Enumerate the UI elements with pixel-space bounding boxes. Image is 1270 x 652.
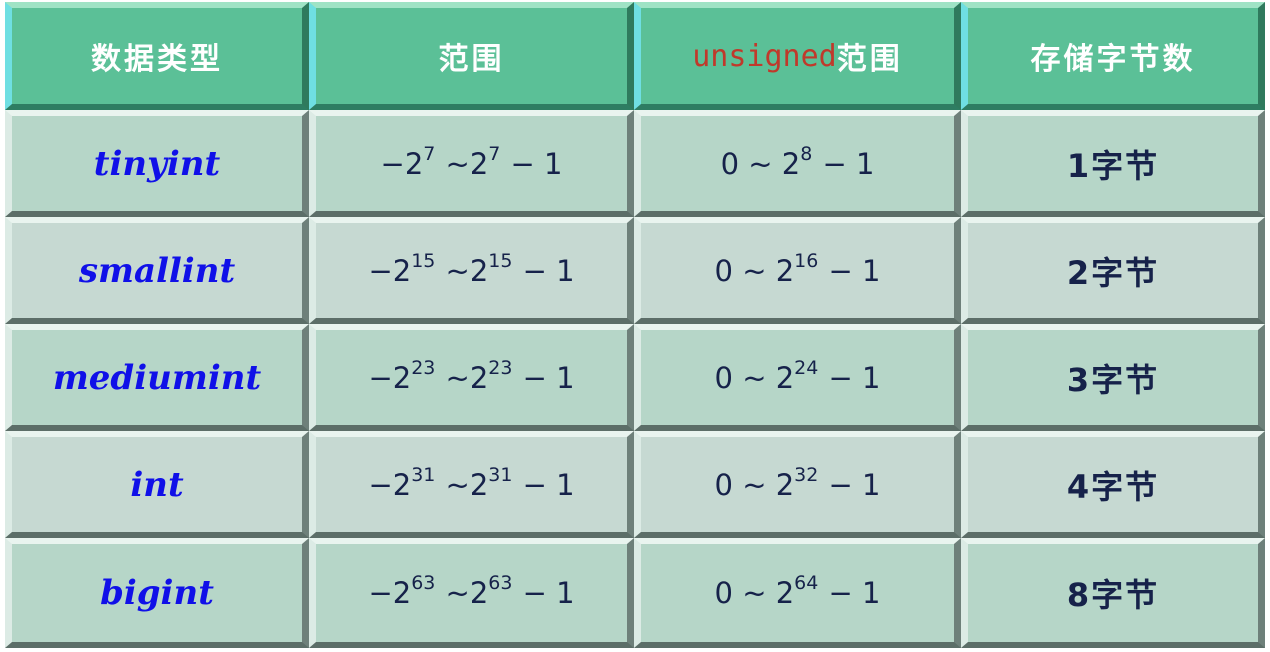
zero-tilde-two: 0 ~ 2 (714, 467, 795, 502)
storage-bytes: 4字节 (1066, 467, 1160, 506)
signed-range: −223 ~223− 1 (368, 358, 575, 395)
header-unsigned-range: unsigned 范围 (634, 2, 961, 110)
header-data-type: 数据类型 (5, 2, 309, 110)
unsigned-range: 0 ~ 264 − 1 (714, 573, 881, 610)
minus-two: −2 (368, 576, 412, 610)
tilde-two: ~2 (445, 253, 489, 288)
storage-bytes: 3字节 (1066, 360, 1160, 399)
signed-range: −27 ~27− 1 (380, 144, 563, 181)
signed-max-exponent: 31 (488, 463, 513, 486)
storage-bytes: 2字节 (1066, 253, 1160, 292)
minus-two: −2 (368, 360, 412, 395)
storage-bytes-cell: 4字节 (961, 431, 1265, 538)
zero-tilde-two: 0 ~ 2 (714, 253, 795, 288)
minus-one: − 1 (522, 253, 575, 288)
integer-types-table: 数据类型 范围 unsigned 范围 存储字节数 tinyint −27 ~27− … (5, 2, 1265, 648)
signed-min-exponent: 63 (411, 571, 436, 594)
unsigned-range-cell: 0 ~ 28 − 1 (634, 110, 961, 217)
type-cell: int (5, 431, 309, 538)
minus-one: − 1 (522, 467, 575, 502)
unsigned-max-exponent: 8 (800, 142, 813, 165)
unsigned-range: 0 ~ 216 − 1 (714, 251, 881, 288)
minus-two: −2 (368, 253, 412, 288)
storage-bytes: 1字节 (1066, 146, 1160, 185)
header-unsigned-keyword: unsigned (692, 38, 837, 74)
type-name: smallint (78, 250, 236, 291)
signed-min-exponent: 23 (411, 356, 436, 379)
storage-bytes-cell: 1字节 (961, 110, 1265, 217)
signed-max-exponent: 63 (488, 571, 513, 594)
signed-min-exponent: 7 (423, 142, 436, 165)
storage-bytes-cell: 3字节 (961, 324, 1265, 431)
unsigned-range-cell: 0 ~ 224 − 1 (634, 324, 961, 431)
minus-one: − 1 (828, 253, 881, 288)
tilde-two: ~2 (445, 146, 489, 181)
signed-range-cell: −263 ~263− 1 (309, 538, 634, 648)
unsigned-range-cell: 0 ~ 264 − 1 (634, 538, 961, 648)
signed-range: −231 ~231− 1 (368, 465, 575, 502)
header-range-label: 范围 (438, 42, 505, 77)
type-name: int (130, 464, 184, 505)
minus-two: −2 (368, 467, 412, 502)
signed-max-exponent: 23 (488, 356, 513, 379)
type-cell: tinyint (5, 110, 309, 217)
minus-one: − 1 (828, 576, 881, 610)
unsigned-max-exponent: 16 (794, 249, 819, 272)
minus-two: −2 (380, 146, 424, 181)
minus-one: − 1 (828, 360, 881, 395)
signed-min-exponent: 15 (411, 249, 436, 272)
minus-one: − 1 (828, 467, 881, 502)
minus-one: − 1 (522, 576, 575, 610)
minus-one: − 1 (522, 360, 575, 395)
storage-bytes-cell: 2字节 (961, 217, 1265, 324)
zero-tilde-two: 0 ~ 2 (714, 576, 795, 610)
storage-bytes-cell: 8字节 (961, 538, 1265, 648)
unsigned-max-exponent: 64 (794, 571, 819, 594)
signed-max-exponent: 7 (488, 142, 501, 165)
unsigned-range-cell: 0 ~ 232 − 1 (634, 431, 961, 538)
signed-range-cell: −231 ~231− 1 (309, 431, 634, 538)
type-cell: mediumint (5, 324, 309, 431)
signed-min-exponent: 31 (411, 463, 436, 486)
type-name: tinyint (93, 143, 221, 184)
header-data-type-label: 数据类型 (91, 42, 223, 77)
signed-range-cell: −27 ~27− 1 (309, 110, 634, 217)
unsigned-max-exponent: 24 (794, 356, 819, 379)
unsigned-range: 0 ~ 28 − 1 (720, 144, 875, 181)
unsigned-max-exponent: 32 (794, 463, 819, 486)
signed-range-cell: −223 ~223− 1 (309, 324, 634, 431)
unsigned-range-cell: 0 ~ 216 − 1 (634, 217, 961, 324)
header-unsigned-range-label: 范围 (836, 42, 903, 77)
header-range: 范围 (309, 2, 634, 110)
signed-max-exponent: 15 (488, 249, 513, 272)
zero-tilde-two: 0 ~ 2 (714, 360, 795, 395)
tilde-two: ~2 (445, 360, 489, 395)
type-cell: smallint (5, 217, 309, 324)
signed-range-cell: −215 ~215− 1 (309, 217, 634, 324)
header-storage-bytes: 存储字节数 (961, 2, 1265, 110)
minus-one: − 1 (822, 146, 875, 181)
header-storage-bytes-label: 存储字节数 (1030, 42, 1196, 77)
unsigned-range: 0 ~ 224 − 1 (714, 358, 881, 395)
tilde-two: ~2 (445, 467, 489, 502)
tilde-two: ~2 (445, 576, 489, 610)
minus-one: − 1 (510, 146, 563, 181)
storage-bytes: 8字节 (1066, 576, 1160, 614)
type-cell: bigint (5, 538, 309, 648)
type-name: mediumint (52, 357, 262, 398)
signed-range: −263 ~263− 1 (368, 573, 575, 610)
type-name: bigint (100, 573, 214, 613)
zero-tilde-two: 0 ~ 2 (720, 146, 801, 181)
signed-range: −215 ~215− 1 (368, 251, 575, 288)
unsigned-range: 0 ~ 232 − 1 (714, 465, 881, 502)
